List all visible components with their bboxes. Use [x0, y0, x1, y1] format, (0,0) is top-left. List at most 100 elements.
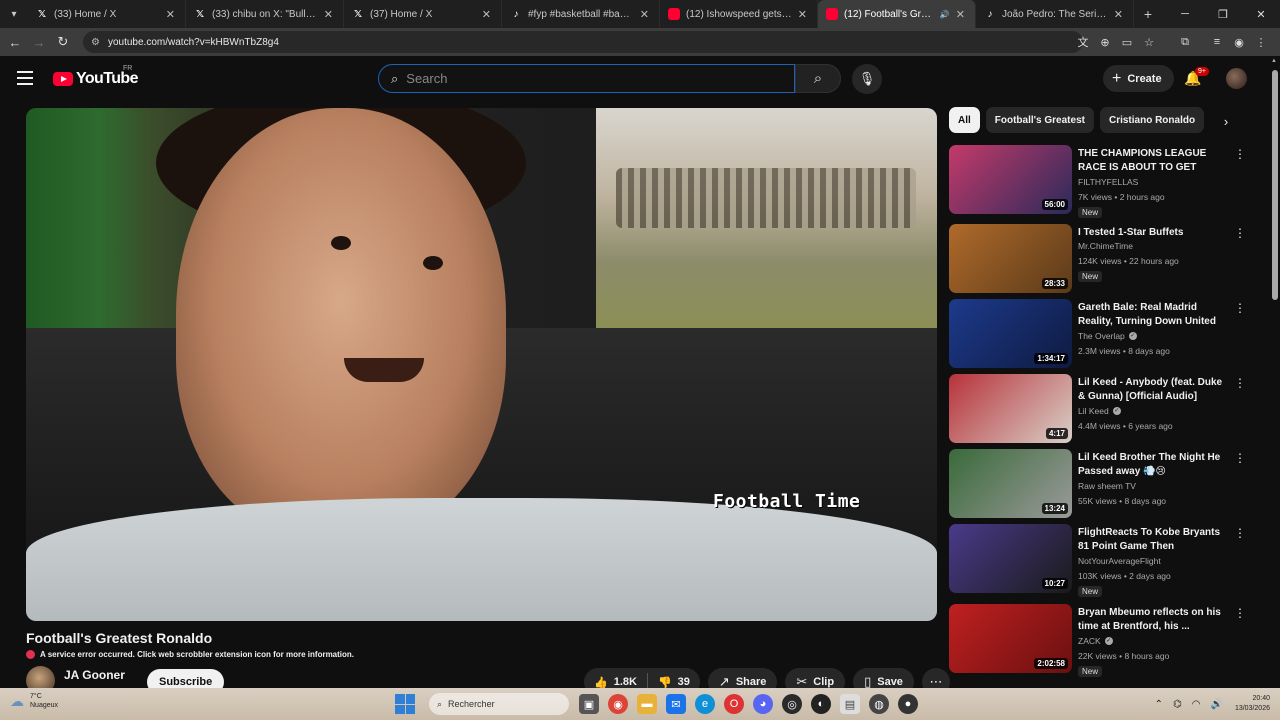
more-options-icon[interactable]: ⋮: [1234, 301, 1246, 315]
browser-tab[interactable]: 𝕏 (37) Home / X ✕: [344, 0, 502, 28]
steam-icon[interactable]: ◐: [811, 694, 831, 714]
tab-close-icon[interactable]: ✕: [166, 8, 175, 21]
back-icon[interactable]: ←: [3, 30, 27, 54]
windows-start-icon[interactable]: [395, 694, 415, 714]
guide-menu-icon[interactable]: [17, 71, 33, 85]
recommended-channel[interactable]: Lil Keed ✓: [1078, 406, 1121, 416]
more-options-icon[interactable]: ⋮: [1234, 226, 1246, 240]
file-explorer-icon[interactable]: ▬: [637, 694, 657, 714]
close-window-icon[interactable]: ✕: [1242, 0, 1280, 28]
page-scrollbar[interactable]: ▲: [1270, 56, 1280, 688]
tab-close-icon[interactable]: ✕: [956, 8, 965, 21]
network-icon[interactable]: ⌬: [1173, 699, 1182, 710]
taskbar-search[interactable]: ⌕ Rechercher: [429, 693, 569, 715]
recommended-video[interactable]: 13:24 Lil Keed Brother The Night He Passe…: [949, 449, 1249, 519]
tab-close-icon[interactable]: ✕: [324, 8, 333, 21]
recommended-video[interactable]: 2:02:58 Bryan Mbeumo reflects on his time…: [949, 604, 1249, 677]
tab-close-icon[interactable]: ✕: [798, 8, 807, 21]
reading-list-icon[interactable]: ≡: [1206, 36, 1228, 48]
discord-icon[interactable]: ◕: [753, 694, 773, 714]
recommended-channel[interactable]: Raw sheem TV: [1078, 481, 1136, 491]
recommended-video[interactable]: 1:34:17 Gareth Bale: Real Madrid Reality,…: [949, 299, 1249, 369]
tab-search-menu-icon[interactable]: ▾: [0, 0, 28, 28]
weather-widget[interactable]: ☁ 7°C Nuageux: [10, 692, 58, 710]
mail-icon[interactable]: ✉: [666, 694, 686, 714]
document-icon[interactable]: ▤: [840, 694, 860, 714]
chevron-right-icon[interactable]: ›: [1214, 109, 1238, 133]
channel-name[interactable]: JA Gooner: [64, 668, 125, 682]
audio-playing-icon[interactable]: 🔊: [940, 10, 950, 19]
clock[interactable]: 20:40 13/03/2026: [1235, 694, 1270, 714]
recommended-channel[interactable]: NotYourAverageFlight: [1078, 556, 1161, 566]
translate-icon[interactable]: 文: [1072, 34, 1094, 50]
volume-icon[interactable]: 🔊: [1211, 699, 1223, 710]
search-button[interactable]: ⌕: [795, 64, 841, 93]
recommended-video-title[interactable]: I Tested 1-Star Buffets: [1078, 226, 1228, 240]
more-options-icon[interactable]: ⋮: [1234, 526, 1246, 540]
recommended-video-title[interactable]: Lil Keed Brother The Night He Passed awa…: [1078, 451, 1228, 479]
wifi-icon[interactable]: ◠: [1192, 699, 1201, 710]
voice-search-button[interactable]: 🎙: [852, 64, 882, 94]
video-thumbnail[interactable]: 1:34:17: [949, 299, 1072, 368]
obs-icon[interactable]: ◍: [869, 694, 889, 714]
browser-tab[interactable]: ♪ #fyp #basketball #bamadebay ✕: [502, 0, 660, 28]
chevron-up-icon[interactable]: ⌃: [1155, 699, 1163, 710]
recommended-video-title[interactable]: FlightReacts To Kobe Bryants 81 Point Ga…: [1078, 526, 1228, 555]
video-thumbnail[interactable]: 10:27: [949, 524, 1072, 593]
video-player[interactable]: Football Time: [26, 108, 937, 621]
scrollbar-thumb[interactable]: [1272, 70, 1278, 300]
more-options-icon[interactable]: ⋮: [1234, 147, 1246, 161]
recording-app-icon[interactable]: ●: [898, 694, 918, 714]
more-options-icon[interactable]: ⋮: [1234, 606, 1246, 620]
zoom-icon[interactable]: ⊕: [1094, 36, 1116, 49]
recommended-video-title[interactable]: Lil Keed - Anybody (feat. Duke & Gunna) …: [1078, 376, 1228, 404]
browser-tab[interactable]: 𝕏 (33) Home / X ✕: [28, 0, 186, 28]
edge-icon[interactable]: e: [695, 694, 715, 714]
maximize-icon[interactable]: ❐: [1204, 0, 1242, 28]
url-field[interactable]: ⚙ youtube.com/watch?v=kHBWnTbZ8g4: [83, 31, 1083, 53]
filter-chip[interactable]: All: [949, 107, 980, 133]
filter-chip[interactable]: Football's Greatest: [985, 107, 1094, 133]
chrome-icon[interactable]: ◉: [608, 694, 628, 714]
video-thumbnail[interactable]: 4:17: [949, 374, 1072, 443]
opera-icon[interactable]: O: [724, 694, 744, 714]
scroll-up-arrow-icon[interactable]: ▲: [1271, 58, 1277, 64]
reload-icon[interactable]: ↻: [51, 30, 75, 54]
recommended-video[interactable]: 10:27 FlightReacts To Kobe Bryants 81 Poi…: [949, 524, 1249, 597]
browser-tab[interactable]: ♪ João Pedro: The Serious Baller ✕: [976, 0, 1134, 28]
task-view-icon[interactable]: ▣: [579, 694, 599, 714]
recommended-video[interactable]: 56:00 THE CHAMPIONS LEAGUE RACE IS ABOUT …: [949, 145, 1249, 218]
profile-icon[interactable]: ◉: [1228, 36, 1250, 49]
recommended-video-title[interactable]: Bryan Mbeumo reflects on his time at Bre…: [1078, 606, 1228, 634]
create-button[interactable]: + Create: [1103, 65, 1174, 92]
extensions-icon[interactable]: ⧉: [1174, 36, 1196, 49]
account-avatar[interactable]: [1226, 68, 1247, 89]
video-thumbnail[interactable]: 56:00: [949, 145, 1072, 214]
video-thumbnail[interactable]: 13:24: [949, 449, 1072, 518]
minimize-icon[interactable]: ─: [1166, 0, 1204, 28]
youtube-logo[interactable]: YouTube FR: [53, 65, 138, 88]
recommended-video-title[interactable]: Gareth Bale: Real Madrid Reality, Turnin…: [1078, 301, 1228, 330]
filter-chip[interactable]: Cristiano Ronaldo: [1099, 107, 1205, 133]
bookmark-star-icon[interactable]: ☆: [1138, 36, 1160, 49]
new-tab-button[interactable]: +: [1134, 6, 1162, 22]
more-options-icon[interactable]: ⋮: [1234, 451, 1246, 465]
video-thumbnail[interactable]: 2:02:58: [949, 604, 1072, 673]
site-info-icon[interactable]: ⚙: [91, 37, 100, 48]
browser-tab[interactable]: 𝕏 (33) chibu on X: "Bullying The B ✕: [186, 0, 344, 28]
app-icon[interactable]: ◎: [782, 694, 802, 714]
forward-icon[interactable]: →: [27, 30, 51, 54]
tab-close-icon[interactable]: ✕: [640, 8, 649, 21]
browser-tab[interactable]: (12) Ishowspeed gets INSTANT ✕: [660, 0, 818, 28]
recommended-channel[interactable]: The Overlap ✓: [1078, 331, 1137, 341]
browser-tab[interactable]: (12) Football's Greatest Ron 🔊 ✕: [818, 0, 976, 28]
recommended-video-title[interactable]: THE CHAMPIONS LEAGUE RACE IS ABOUT TO GE…: [1078, 147, 1228, 176]
browser-menu-icon[interactable]: ⋮: [1250, 36, 1272, 49]
recommended-channel[interactable]: ZACK ✓: [1078, 636, 1113, 646]
search-input[interactable]: [406, 71, 767, 86]
recommended-video[interactable]: 4:17 Lil Keed - Anybody (feat. Duke & Gun…: [949, 374, 1249, 444]
tab-close-icon[interactable]: ✕: [482, 8, 491, 21]
cast-icon[interactable]: ▭: [1116, 36, 1138, 49]
tab-close-icon[interactable]: ✕: [1114, 8, 1123, 21]
video-thumbnail[interactable]: 28:33: [949, 224, 1072, 293]
